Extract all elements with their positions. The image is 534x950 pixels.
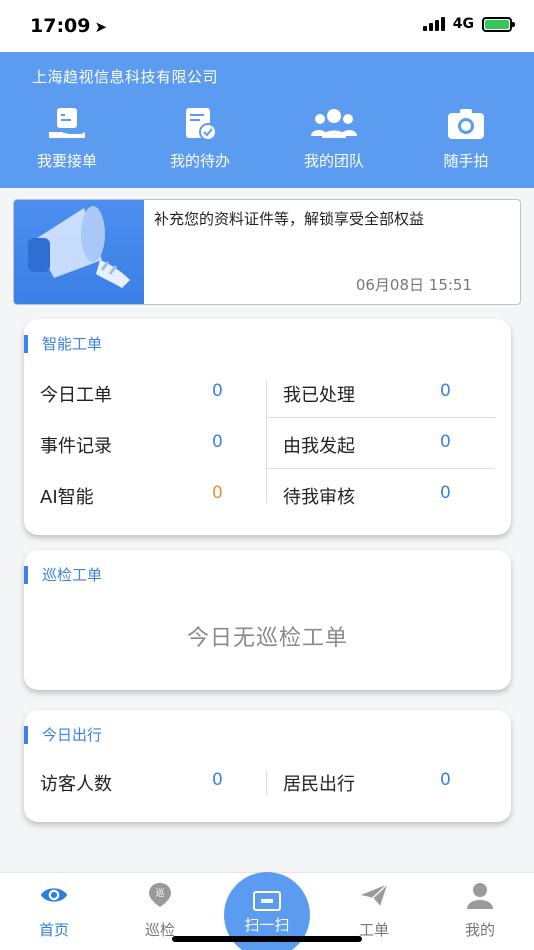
megaphone-icon	[14, 200, 144, 304]
stat-value[interactable]: 0	[212, 381, 223, 401]
battery-icon	[482, 16, 515, 32]
tab-orders[interactable]: 工单	[324, 881, 424, 940]
patrol-orders-card: 巡检工单 今日无巡检工单	[24, 550, 511, 690]
clock-text: 17:09	[30, 15, 91, 37]
quick-action-todo[interactable]: 我的待办	[140, 106, 260, 171]
stat-row: 今日工单 0 我已处理 0	[40, 367, 495, 417]
scan-icon	[253, 891, 281, 911]
status-bar: 17:09 ➤ 4G	[0, 0, 534, 52]
signal-icon	[422, 17, 445, 31]
svg-text:巡: 巡	[155, 888, 164, 899]
quick-action-label: 我要接单	[36, 152, 97, 170]
tab-patrol[interactable]: 巡 巡检	[110, 881, 210, 940]
quick-action-label: 我的团队	[303, 152, 364, 170]
notice-card[interactable]: 补充您的资料证件等，解锁享受全部权益 06月08日 15:51	[13, 199, 521, 305]
column-divider	[266, 770, 267, 796]
stat-row: 访客人数 0 居民出行 0	[40, 756, 495, 806]
stat-value[interactable]: 0	[440, 381, 451, 401]
patrol-pin-icon: 巡	[149, 883, 171, 907]
stat-label[interactable]: 由我发起	[283, 432, 355, 458]
quick-action-label: 我的待办	[169, 152, 230, 170]
tab-home[interactable]: 首页	[4, 881, 104, 940]
scan-label: 扫一扫	[244, 916, 290, 934]
stat-label[interactable]: 居民出行	[283, 770, 355, 796]
stat-value[interactable]: 0	[440, 770, 451, 790]
travel-card: 今日出行 访客人数 0 居民出行 0	[24, 710, 511, 822]
status-indicators: 4G	[422, 16, 515, 32]
quick-action-take-order[interactable]: 我要接单	[7, 106, 127, 171]
smart-orders-card: 智能工单 今日工单 0 我已处理 0 事件记录 0 由我发起 0 AI智能 0 …	[24, 319, 511, 535]
stat-value[interactable]: 0	[440, 483, 451, 503]
stat-value[interactable]: 0	[212, 432, 223, 452]
stat-label[interactable]: 事件记录	[40, 432, 112, 458]
location-arrow-icon: ➤	[94, 18, 108, 36]
stat-label[interactable]: 今日工单	[40, 381, 112, 407]
eye-icon	[40, 888, 68, 902]
stat-value[interactable]: 0	[212, 483, 223, 503]
stat-label[interactable]: AI智能	[40, 483, 94, 509]
camera-icon	[448, 109, 484, 139]
network-label: 4G	[452, 16, 474, 32]
paper-plane-icon	[360, 883, 388, 906]
header-banner: 上海趋视信息科技有限公司 我要接单 我的待办 我的团队 随手拍	[0, 52, 534, 188]
card-title: 智能工单	[24, 335, 102, 353]
column-divider	[266, 381, 267, 503]
stat-row: 事件记录 0 由我发起 0	[40, 418, 495, 468]
card-title: 巡检工单	[24, 566, 102, 584]
quick-action-label: 随手拍	[443, 152, 489, 170]
status-time: 17:09 ➤	[30, 15, 107, 37]
quick-action-team[interactable]: 我的团队	[274, 106, 394, 171]
user-icon	[467, 883, 493, 909]
stat-label[interactable]: 我已处理	[283, 381, 355, 407]
stat-label[interactable]: 访客人数	[40, 770, 112, 796]
card-title: 今日出行	[24, 726, 102, 744]
notice-timestamp: 06月08日 15:51	[355, 276, 472, 294]
empty-state-text: 今日无巡检工单	[186, 626, 348, 651]
home-indicator	[172, 936, 362, 942]
hand-document-icon	[49, 108, 85, 138]
stat-label[interactable]: 待我审核	[283, 483, 355, 509]
stat-row: AI智能 0 待我审核 0	[40, 469, 495, 519]
notice-message: 补充您的资料证件等，解锁享受全部权益	[154, 210, 425, 228]
team-icon	[311, 109, 357, 138]
stat-value[interactable]: 0	[440, 432, 451, 452]
tab-label: 首页	[38, 921, 69, 939]
company-name: 上海趋视信息科技有限公司	[32, 68, 219, 86]
tab-label: 我的	[464, 921, 495, 939]
stat-value[interactable]: 0	[212, 770, 223, 790]
quick-action-snapshot[interactable]: 随手拍	[406, 106, 526, 171]
tab-mine[interactable]: 我的	[430, 881, 530, 940]
todo-check-icon	[186, 108, 217, 141]
